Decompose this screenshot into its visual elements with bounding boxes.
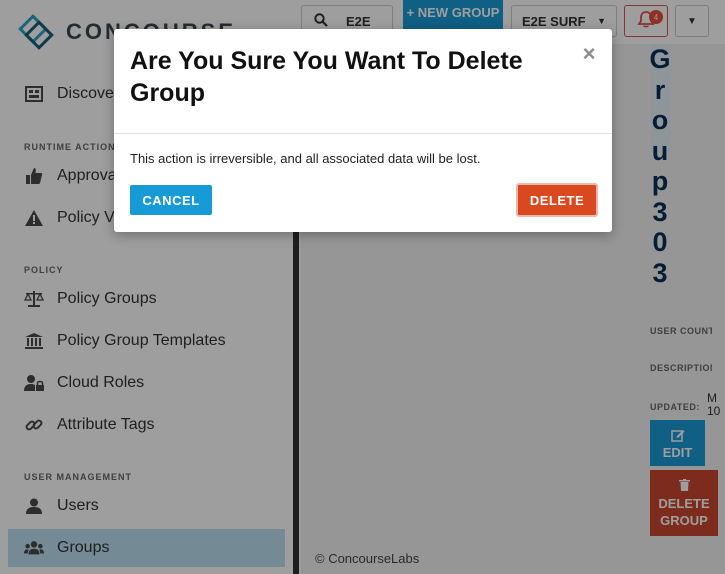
- confirm-delete-dialog: Are You Sure You Want To Delete Group × …: [114, 29, 612, 232]
- dialog-message: This action is irreversible, and all ass…: [130, 151, 481, 166]
- delete-button[interactable]: DELETE: [516, 183, 598, 217]
- dialog-divider: [114, 133, 612, 134]
- cancel-button[interactable]: CANCEL: [130, 185, 212, 215]
- dialog-title: Are You Sure You Want To Delete Group: [130, 47, 523, 107]
- close-icon[interactable]: ×: [578, 41, 600, 66]
